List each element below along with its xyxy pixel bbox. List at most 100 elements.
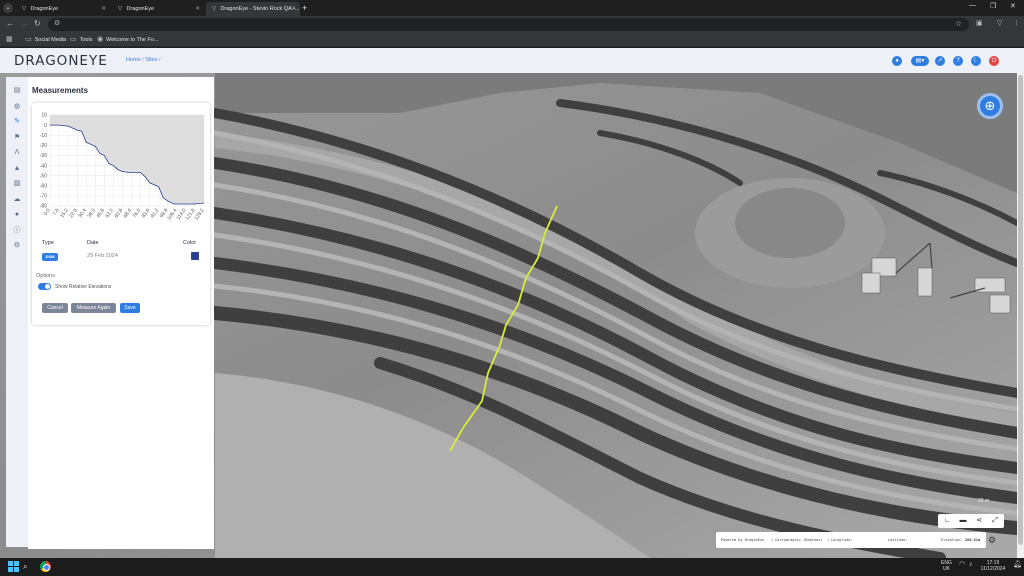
minimize-window-button[interactable]: — xyxy=(969,2,976,9)
ruler-icon[interactable]: ✎ xyxy=(11,116,23,128)
language-indicator[interactable]: ENG UK xyxy=(941,560,952,572)
extensions-icon[interactable]: ▣ xyxy=(976,19,983,27)
tab-search-button[interactable]: ⌄ xyxy=(3,3,13,13)
measure-again-button[interactable]: Measure Again xyxy=(71,303,116,313)
latitude-label: Latitude: xyxy=(888,538,908,542)
layers-icon[interactable]: ▤ xyxy=(11,85,23,97)
windows-start-icon[interactable] xyxy=(8,561,19,572)
elevation-point xyxy=(149,182,150,184)
page-scrollbar[interactable] xyxy=(1017,73,1024,558)
panel-title: Measurements xyxy=(32,86,89,95)
taskbar-search-icon[interactable]: ⌕ xyxy=(23,562,27,572)
close-window-button[interactable]: ✕ xyxy=(1010,2,1016,10)
close-tab-icon[interactable]: ✕ xyxy=(291,2,296,16)
volume-icon[interactable]: ♪ xyxy=(969,561,973,568)
coordinate-system-text: Cartographic (Degrees) xyxy=(775,538,823,542)
measurement-date: 29 Feb 2024 xyxy=(87,253,118,259)
bookmark-welcome[interactable]: ◉ Welcome to The Fo... xyxy=(97,35,158,45)
close-tab-icon[interactable]: ✕ xyxy=(101,2,106,16)
browser-tab-bar: ⌄ ▽ DragonEye ✕ ▽ DragonEye ✕ ▽ DragonEy… xyxy=(0,0,1024,16)
y-tick-label: -70 xyxy=(40,194,47,200)
bookmark-star-icon[interactable]: ☆ xyxy=(955,19,962,28)
map-settings-gear-icon[interactable]: ⚙ xyxy=(988,535,998,545)
x-tick-label: 83.6 xyxy=(141,208,152,220)
save-button[interactable]: Save xyxy=(120,303,140,313)
tab-title: DragonEye - Stevin Rock QA -... xyxy=(220,6,300,12)
x-tick-label: 129.2 xyxy=(194,208,206,222)
share-icon[interactable]: ↗ xyxy=(935,56,945,66)
x-tick-label: 76.0 xyxy=(132,208,143,220)
angle-tool-icon[interactable]: ∟ xyxy=(941,516,953,526)
breadcrumb-separator: / xyxy=(159,57,161,63)
y-tick-label: 10 xyxy=(41,113,47,119)
bookmark-label: Social Media xyxy=(34,37,67,43)
new-tab-button[interactable]: + xyxy=(302,3,307,13)
series-color-swatch[interactable] xyxy=(191,252,199,260)
browser-menu-icon[interactable]: ⋮ xyxy=(1013,19,1020,27)
wifi-icon[interactable]: ◠ xyxy=(959,561,965,568)
power-icon[interactable]: ⏻ xyxy=(989,56,999,66)
cloud-icon[interactable]: ☁ xyxy=(11,194,23,206)
comment-icon[interactable]: ● xyxy=(11,209,23,221)
elevation-value: 266.81m xyxy=(965,538,981,542)
app-header: DRAGONEYE Home / Sites / ● ▤▾ ↗ ? ☾ ⏻ xyxy=(0,48,1024,73)
forward-arrow-icon[interactable]: → xyxy=(20,19,28,29)
powered-by-text: Powered by DragonEye xyxy=(721,538,765,542)
profile-icon[interactable]: ▽ xyxy=(997,19,1002,27)
site-icon: ◉ xyxy=(97,36,104,43)
bookmark-tools[interactable]: ▭ Tools xyxy=(70,35,92,45)
browser-tab-3-active[interactable]: ▽ DragonEye - Stevin Rock QA -... ✕ xyxy=(206,2,300,16)
status-separator: | xyxy=(827,538,830,542)
longitude-label: Longitude: xyxy=(831,538,853,542)
x-tick-label: 38.0 xyxy=(86,208,97,220)
notification-bell-icon[interactable]: 🔔︎ xyxy=(1013,561,1022,568)
expand-icon[interactable]: ⤢ xyxy=(989,516,1001,526)
tab-title: DragonEye xyxy=(30,6,59,12)
apps-grid-icon[interactable]: ▦ xyxy=(6,35,16,45)
volume-icon[interactable]: ▲ xyxy=(11,163,23,175)
breadcrumb-home[interactable]: Home xyxy=(126,57,141,63)
line-tool-icon[interactable]: ▬ xyxy=(957,516,969,526)
compass-navigation-icon[interactable]: ⊕ xyxy=(977,93,1003,119)
windows-taskbar: ⌕ ENG UK ◠ ♪ 17:19 11/12/2024 🔔︎ xyxy=(0,558,1024,576)
profile-path-icon[interactable]: Ʌ xyxy=(11,147,23,159)
map-viewer[interactable]: ▤ ◍ ✎ ⚑ Ʌ ▲ ▨ ☁ ● ⓘ ⚙ Measurements 10 0 -1… xyxy=(0,73,1024,558)
reload-icon[interactable]: ↻ xyxy=(34,19,41,29)
options-label: Options xyxy=(36,273,55,279)
relative-elevations-toggle[interactable] xyxy=(38,283,51,290)
dark-mode-icon[interactable]: ☾ xyxy=(971,56,981,66)
elevation-point xyxy=(140,172,141,173)
scrollbar-thumb[interactable] xyxy=(1018,75,1023,545)
y-tick-label: -20 xyxy=(40,143,47,149)
map-tools-toolbar: ∟ ▬ ⋖ ⤢ xyxy=(938,514,1004,528)
site-info-icon[interactable]: ⚙ xyxy=(54,19,60,27)
elevation-point xyxy=(94,145,96,147)
help-icon[interactable]: ? xyxy=(953,56,963,66)
flag-icon[interactable]: ⚑ xyxy=(11,132,23,144)
browser-tab-1[interactable]: ▽ DragonEye ✕ xyxy=(16,2,110,16)
globe-icon[interactable]: ◍ xyxy=(11,101,23,113)
image-icon[interactable]: ▨ xyxy=(11,178,23,190)
elevation-point xyxy=(162,197,164,199)
restore-window-button[interactable]: ❐ xyxy=(990,2,996,10)
elevation-label: Elevation: xyxy=(941,538,963,542)
info-icon[interactable]: ⓘ xyxy=(11,225,23,237)
x-tick-label: 68.4 xyxy=(123,208,134,220)
dragoneye-logo[interactable]: DRAGONEYE xyxy=(14,53,108,69)
address-bar[interactable]: ⚙ ☆ xyxy=(48,18,969,31)
column-date-header: Date xyxy=(87,240,99,246)
settings-gear-icon[interactable]: ⚙ xyxy=(11,240,23,252)
close-tab-icon[interactable]: ✕ xyxy=(195,2,200,16)
bookmark-label: Welcome to The Fo... xyxy=(106,37,159,43)
user-icon[interactable]: ● xyxy=(892,56,902,66)
breadcrumb-sites[interactable]: Sites xyxy=(145,57,157,63)
layers-dropdown-icon[interactable]: ▤▾ xyxy=(911,56,929,66)
browser-tab-2[interactable]: ▽ DragonEye ✕ xyxy=(112,2,204,16)
clock[interactable]: 17:19 11/12/2024 xyxy=(978,560,1008,572)
column-color-header: Color xyxy=(183,240,197,246)
back-arrow-icon[interactable]: ← xyxy=(6,19,14,29)
cancel-button[interactable]: Cancel xyxy=(42,303,68,313)
share-node-icon[interactable]: ⋖ xyxy=(973,516,985,526)
chrome-taskbar-icon[interactable] xyxy=(40,561,51,572)
bookmark-social-media[interactable]: ▭ Social Media xyxy=(25,35,66,45)
